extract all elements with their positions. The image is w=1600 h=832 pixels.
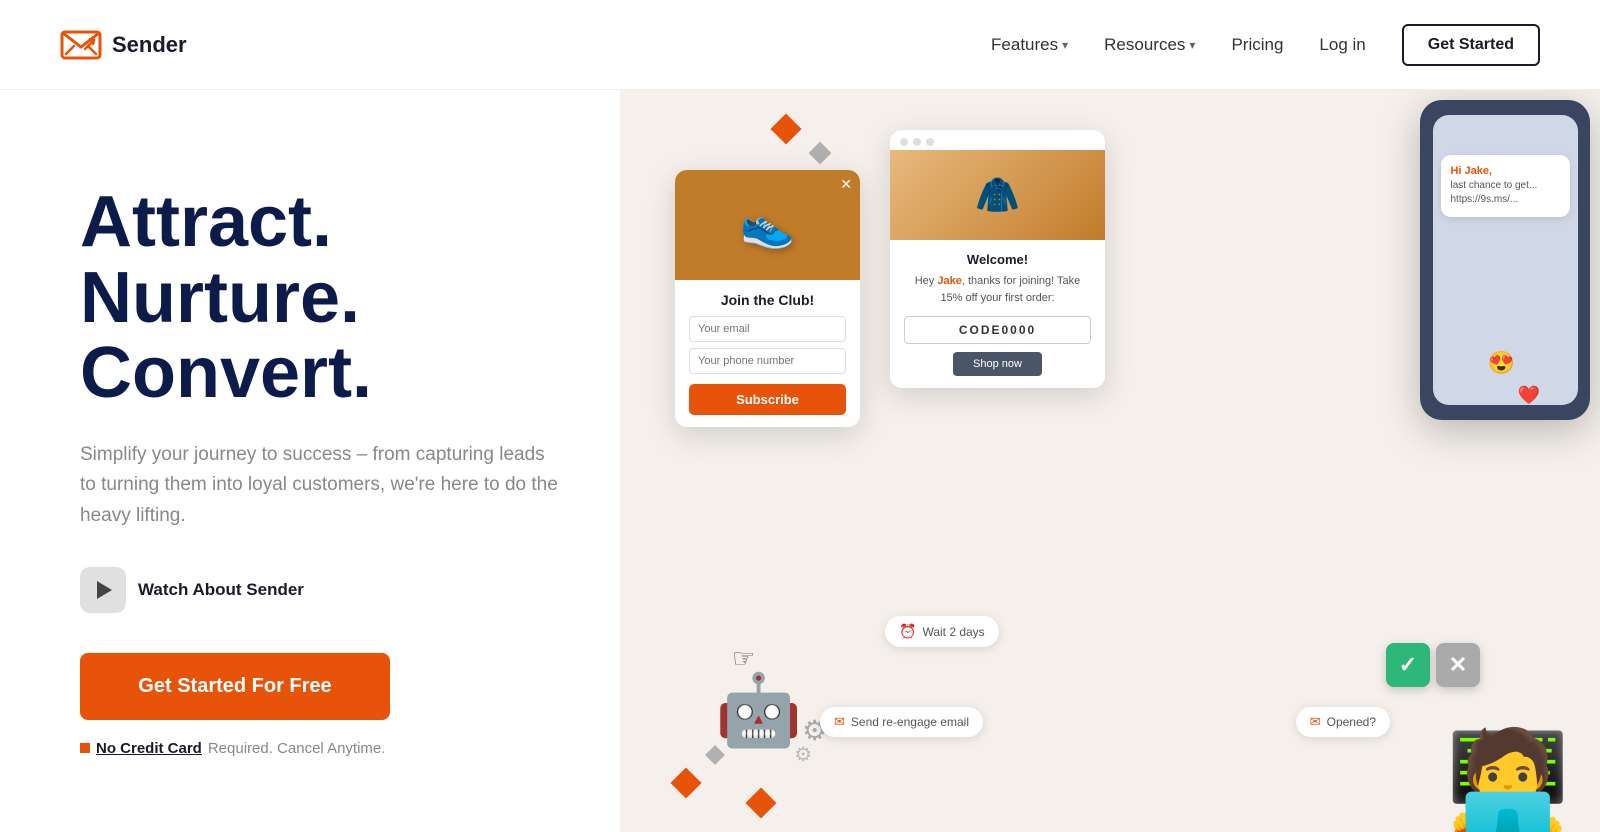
popup-image: 👟 ✕ xyxy=(675,170,860,280)
email-card-dots xyxy=(890,130,1105,150)
wait-node: ⏰ Wait 2 days xyxy=(885,616,999,647)
no-credit-text: No Credit Card Required. Cancel Anytime. xyxy=(80,740,560,757)
diamond-orange-2 xyxy=(670,767,701,798)
features-chevron-icon: ▾ xyxy=(1062,38,1068,52)
cursor-icon: ☞ xyxy=(732,643,755,674)
nav-links: Features ▾ Resources ▾ Pricing Log in Ge… xyxy=(991,24,1540,66)
shoe-icon: 👟 xyxy=(740,199,795,251)
popup-card: 👟 ✕ Join the Club! Subscribe xyxy=(675,170,860,427)
hero-right: 👟 ✕ Join the Club! Subscribe ☞ xyxy=(620,90,1600,832)
envelope-icon: ✉ xyxy=(834,714,845,730)
email-hero-image: 🧥 xyxy=(890,150,1105,240)
dot-2 xyxy=(913,138,921,146)
watch-label: Watch About Sender xyxy=(138,580,304,600)
popup-close-icon[interactable]: ✕ xyxy=(840,176,852,193)
logo-text: Sender xyxy=(112,32,187,58)
diamond-orange-3 xyxy=(745,787,776,818)
sms-bubble: Hi Jake, last chance to get...https://9s… xyxy=(1441,155,1570,217)
watch-button[interactable]: Watch About Sender xyxy=(80,567,560,613)
opened-node: ✉ Opened? xyxy=(1296,707,1390,737)
nav-resources[interactable]: Resources ▾ xyxy=(1104,35,1195,55)
diamond-orange-1 xyxy=(770,113,801,144)
hero-subtext: Simplify your journey to success – from … xyxy=(80,440,560,531)
person-area: 🧑‍💻 xyxy=(1445,732,1570,832)
play-icon xyxy=(80,567,126,613)
nav-get-started-button[interactable]: Get Started xyxy=(1402,24,1540,66)
email-name-highlight: Jake xyxy=(937,275,961,287)
email-body: Welcome! Hey Jake, thanks for joining! T… xyxy=(890,240,1105,388)
hero-section: Attract. Nurture. Convert. Simplify your… xyxy=(0,90,1600,832)
send-node: ✉ Send re-engage email xyxy=(820,707,983,737)
email-title: Welcome! xyxy=(904,252,1091,267)
email-greeting: Hey Jake, thanks for joining! Take 15% o… xyxy=(904,273,1091,306)
gear-icon-2: ⚙ xyxy=(794,742,812,767)
yes-badge: ✓ xyxy=(1386,643,1430,687)
opened-envelope-icon: ✉ xyxy=(1310,714,1321,730)
dot-3 xyxy=(926,138,934,146)
clock-icon: ⏰ xyxy=(899,623,916,640)
hero-left: Attract. Nurture. Convert. Simplify your… xyxy=(0,90,620,832)
diamond-gray-1 xyxy=(809,142,832,165)
shop-now-button[interactable]: Shop now xyxy=(953,352,1042,376)
nav-pricing[interactable]: Pricing xyxy=(1231,35,1283,55)
popup-phone-input[interactable] xyxy=(689,348,846,374)
heart-emoji-1: 😍 xyxy=(1488,350,1515,376)
popup-email-input[interactable] xyxy=(689,316,846,342)
hero-illustration: 👟 ✕ Join the Club! Subscribe ☞ xyxy=(620,90,1600,832)
sender-logo-icon xyxy=(60,27,102,63)
no-badge: ✕ xyxy=(1436,643,1480,687)
get-started-free-button[interactable]: Get Started For Free xyxy=(80,653,390,720)
play-triangle-icon xyxy=(97,581,112,599)
hero-headline: Attract. Nurture. Convert. xyxy=(80,185,560,412)
logo[interactable]: Sender xyxy=(60,27,187,63)
heart-emoji-2: ❤️ xyxy=(1518,385,1540,406)
sms-text: last chance to get...https://9s.ms/... xyxy=(1451,179,1560,207)
resources-chevron-icon: ▾ xyxy=(1189,38,1195,52)
sms-greeting: Hi Jake, xyxy=(1451,165,1560,177)
popup-title: Join the Club! xyxy=(689,292,846,308)
navbar: Sender Features ▾ Resources ▾ Pricing Lo… xyxy=(0,0,1600,90)
robot-icon: 🤖 xyxy=(715,671,802,749)
robot-area: 🤖 ⚙ ⚙ xyxy=(715,670,802,752)
person-icon: 🧑‍💻 xyxy=(1445,726,1570,832)
dot-1 xyxy=(900,138,908,146)
email-card: 🧥 Welcome! Hey Jake, thanks for joining!… xyxy=(890,130,1105,388)
nav-login[interactable]: Log in xyxy=(1319,35,1365,55)
popup-body: Join the Club! Subscribe xyxy=(675,280,860,427)
promo-code: CODE0000 xyxy=(904,316,1091,344)
popup-subscribe-button[interactable]: Subscribe xyxy=(689,384,846,415)
orange-dot-icon xyxy=(80,743,90,753)
nav-features[interactable]: Features ▾ xyxy=(991,35,1068,55)
